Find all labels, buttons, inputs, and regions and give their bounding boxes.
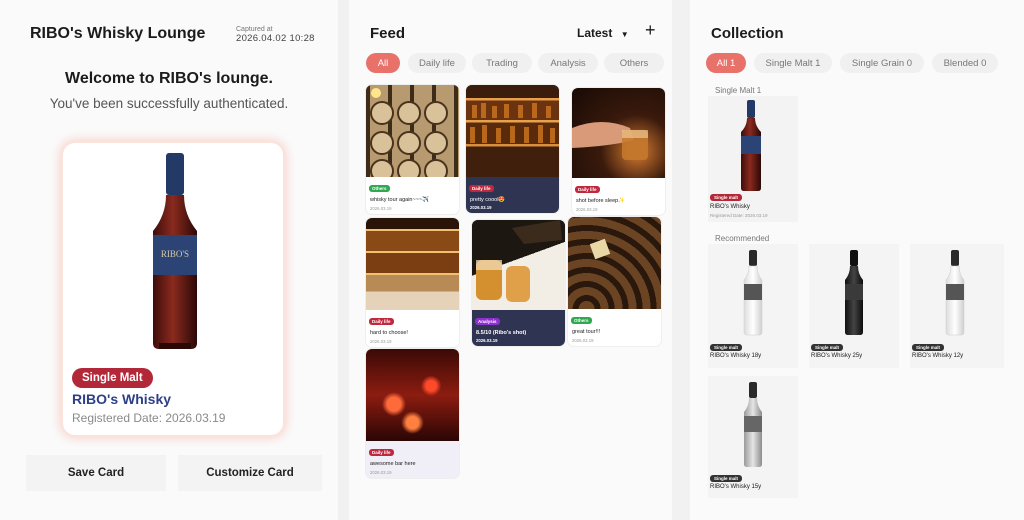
captured-label: Captured at xyxy=(236,26,273,33)
app-title: RIBO's Whisky Lounge xyxy=(30,25,206,42)
post-date: 2026.03.19 xyxy=(370,339,392,344)
cellar-sign xyxy=(589,238,611,260)
welcome-heading: Welcome to RIBO's lounge. xyxy=(65,70,273,87)
post-date: 2026.03.19 xyxy=(476,338,498,343)
pouring-photo xyxy=(472,220,565,310)
post-date: 2026.03.19 xyxy=(572,338,594,343)
post-text: shot before sleep✨ xyxy=(576,198,626,204)
red-bar-photo xyxy=(366,349,459,441)
whisky-card[interactable]: RIBO'S Single Malt RIBO's Whisky Registe… xyxy=(63,143,283,435)
recommended-item[interactable]: Single malt RIBO's Whisky 12y xyxy=(910,244,1004,368)
post-tag: Daily life xyxy=(469,185,494,192)
item-name: RIBO's Whisky 25y xyxy=(811,353,863,359)
post-date: 2026.03.19 xyxy=(470,205,492,210)
filter-analysis[interactable]: Analysis xyxy=(538,53,598,73)
whisky-name: RIBO's Whisky xyxy=(72,391,172,407)
collection-item[interactable]: Single malt RIBO's Whisky Registered Dat… xyxy=(708,96,798,222)
filter-others[interactable]: Others xyxy=(604,53,664,73)
item-name: RIBO's Whisky xyxy=(710,204,750,210)
filter-all[interactable]: All xyxy=(366,53,400,73)
type-badge: Single malt xyxy=(912,344,945,351)
hand-glass-shape xyxy=(572,122,648,160)
recommended-item[interactable]: Single malt RIBO's Whisky 25y xyxy=(809,244,899,368)
item-name: RIBO's Whisky 12y xyxy=(912,353,964,359)
type-badge: Single malt xyxy=(710,344,743,351)
post-tag: Daily life xyxy=(575,186,600,193)
post-text: awesome bar here xyxy=(370,461,416,467)
filter-single-malt[interactable]: Single Malt 1 xyxy=(754,53,832,73)
recommended-label: Recommended xyxy=(715,234,770,243)
post-text: whisky tour again~~~✈️ xyxy=(370,197,429,203)
auth-panel: RIBO's Whisky Lounge Captured at 2026.04… xyxy=(0,0,338,520)
feed-post[interactable]: Daily life pretty coool😍 2026.03.19 xyxy=(466,85,559,213)
caret-down-icon: ▼ xyxy=(620,30,629,39)
feed-title: Feed xyxy=(370,25,406,42)
feed-post[interactable]: Others whisky tour again~~~✈️ 2026.03.19 xyxy=(366,85,459,214)
type-badge: Single malt xyxy=(710,194,743,201)
recommended-item[interactable]: Single malt RIBO's Whisky 18y xyxy=(708,244,798,368)
customize-card-button[interactable]: Customize Card xyxy=(178,455,322,491)
type-badge: Single malt xyxy=(811,344,844,351)
save-card-button[interactable]: Save Card xyxy=(26,455,166,491)
plus-icon[interactable]: + xyxy=(645,20,656,41)
feed-post[interactable]: Others great tour!!! 2026.03.19 xyxy=(568,217,661,346)
post-text: pretty coool😍 xyxy=(470,197,506,203)
bottle-image xyxy=(945,250,965,336)
collection-panel: Collection All 1 Single Malt 1 Single Gr… xyxy=(690,0,1024,520)
post-tag: Others xyxy=(369,185,390,192)
post-tag: Daily life xyxy=(369,449,394,456)
item-name: RIBO's Whisky 18y xyxy=(710,353,762,359)
post-date: 2026.03.19 xyxy=(370,470,392,475)
registered-date: Registered Date: 2026.03.19 xyxy=(72,411,226,425)
sort-dropdown[interactable]: Latest ▼ xyxy=(577,26,629,40)
post-tag: Others xyxy=(571,317,592,324)
bottle-image: RIBO'S xyxy=(153,153,197,349)
post-text: hard to choose! xyxy=(370,330,408,336)
feed-post[interactable]: Analysis 8.5/10 (Ribo's shot) 2026.03.19 xyxy=(472,220,565,346)
feed-post[interactable]: Daily life shot before sleep✨ 2026.03.19 xyxy=(572,88,665,215)
bottle-image xyxy=(743,250,763,336)
bottle-image xyxy=(741,100,761,191)
barrel-ends xyxy=(370,88,448,177)
feed-post[interactable]: Daily life awesome bar here 2026.03.19 xyxy=(366,349,459,478)
pour-shape xyxy=(476,220,562,302)
recommended-item[interactable]: Single malt RIBO's Whisky 15y xyxy=(708,376,798,498)
collection-title: Collection xyxy=(711,25,784,42)
section-label: Single Malt 1 xyxy=(715,86,762,95)
type-badge: Single Malt xyxy=(72,368,153,388)
registered-date: Registered Date: 2026.03.19 xyxy=(710,213,768,218)
item-name: RIBO's Whisky 15y xyxy=(710,484,762,490)
post-date: 2026.03.19 xyxy=(576,207,598,212)
bar-shelf-photo xyxy=(466,85,559,177)
cellar-photo xyxy=(568,217,661,309)
bottle-label: RIBO'S xyxy=(161,249,189,259)
filter-all[interactable]: All 1 xyxy=(706,53,746,73)
filter-daily-life[interactable]: Daily life xyxy=(408,53,466,73)
filter-blended[interactable]: Blended 0 xyxy=(932,53,998,73)
feed-post[interactable]: Daily life hard to choose! 2026.03.19 xyxy=(366,218,459,347)
captured-time: 2026.04.02 10:28 xyxy=(236,33,315,44)
post-text: great tour!!! xyxy=(572,329,601,335)
filter-trading[interactable]: Trading xyxy=(472,53,532,73)
bottle-image xyxy=(845,250,863,335)
auth-message: You've been successfully authenticated. xyxy=(49,96,289,111)
barrels-photo xyxy=(366,85,459,177)
bottle-image xyxy=(744,382,762,467)
liquor-wall-photo xyxy=(366,218,459,310)
feed-panel: Feed Latest ▼ + All Daily life Trading A… xyxy=(349,0,672,520)
glass-hand-photo xyxy=(572,88,665,178)
bottles-silhouette xyxy=(470,103,555,143)
post-tag: Daily life xyxy=(369,318,394,325)
post-text: 8.5/10 (Ribo's shot) xyxy=(476,330,527,336)
post-tag: Analysis xyxy=(475,318,500,325)
sort-label: Latest xyxy=(577,26,613,40)
type-badge: Single malt xyxy=(710,475,743,482)
post-date: 2026.03.19 xyxy=(370,206,392,211)
filter-single-grain[interactable]: Single Grain 0 xyxy=(840,53,924,73)
